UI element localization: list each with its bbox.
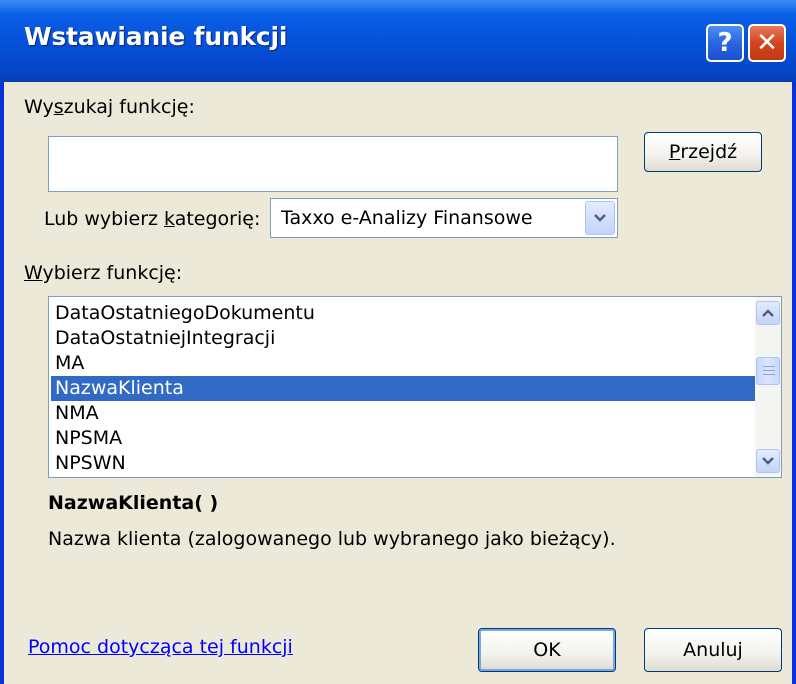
list-scrollbar[interactable] (755, 297, 781, 477)
ok-button[interactable]: OK (478, 628, 616, 672)
list-item[interactable]: DataOstatniejIntegracji (51, 326, 755, 351)
chevron-down-icon (762, 457, 774, 465)
category-label: Lub wybierz kategorię: (44, 208, 261, 230)
category-select[interactable]: Taxxo e-Analizy Finansowe (270, 198, 618, 238)
question-mark-icon: ? (717, 28, 733, 58)
function-description: Nazwa klienta (zalogowanego lub wybraneg… (48, 528, 616, 550)
close-button[interactable]: ✕ (748, 24, 786, 62)
list-item[interactable]: MA (51, 351, 755, 376)
grip-line (763, 374, 775, 375)
list-item[interactable]: NPSWN (51, 451, 755, 476)
list-item[interactable]: NMA (51, 401, 755, 426)
grip-line (763, 370, 775, 371)
category-selected-value: Taxxo e-Analizy Finansowe (281, 207, 533, 229)
cancel-button[interactable]: Anuluj (644, 628, 782, 672)
grip-line (763, 366, 775, 367)
search-function-input[interactable] (48, 136, 618, 192)
scroll-thumb[interactable] (756, 357, 780, 385)
close-icon: ✕ (756, 28, 778, 58)
function-list[interactable]: DataOstatniegoDokumentu DataOstatniejInt… (48, 296, 782, 478)
title-bar[interactable]: Wstawianie funkcji ? ✕ (0, 0, 796, 82)
go-button[interactable]: Przejdź (644, 132, 762, 172)
list-item[interactable]: DataOstatniegoDokumentu (51, 301, 755, 326)
search-label: Wyszukaj funkcję: (24, 96, 195, 118)
chevron-up-icon (762, 309, 774, 317)
scroll-up-button[interactable] (756, 301, 780, 325)
help-button[interactable]: ? (706, 24, 744, 62)
list-item-selected[interactable]: NazwaKlienta (51, 376, 755, 401)
function-list-label: Wybierz funkcję: (24, 262, 183, 284)
dialog-title: Wstawianie funkcji (24, 22, 288, 51)
chevron-down-icon (594, 214, 606, 222)
help-link[interactable]: Pomoc dotycząca tej funkcji (28, 636, 293, 658)
dropdown-button[interactable] (585, 201, 615, 235)
function-signature: NazwaKlienta( ) (48, 492, 219, 514)
insert-function-dialog: Wstawianie funkcji ? ✕ Wyszukaj funkcję:… (0, 0, 796, 684)
scroll-down-button[interactable] (756, 449, 780, 473)
list-item[interactable]: NPSMA (51, 426, 755, 451)
